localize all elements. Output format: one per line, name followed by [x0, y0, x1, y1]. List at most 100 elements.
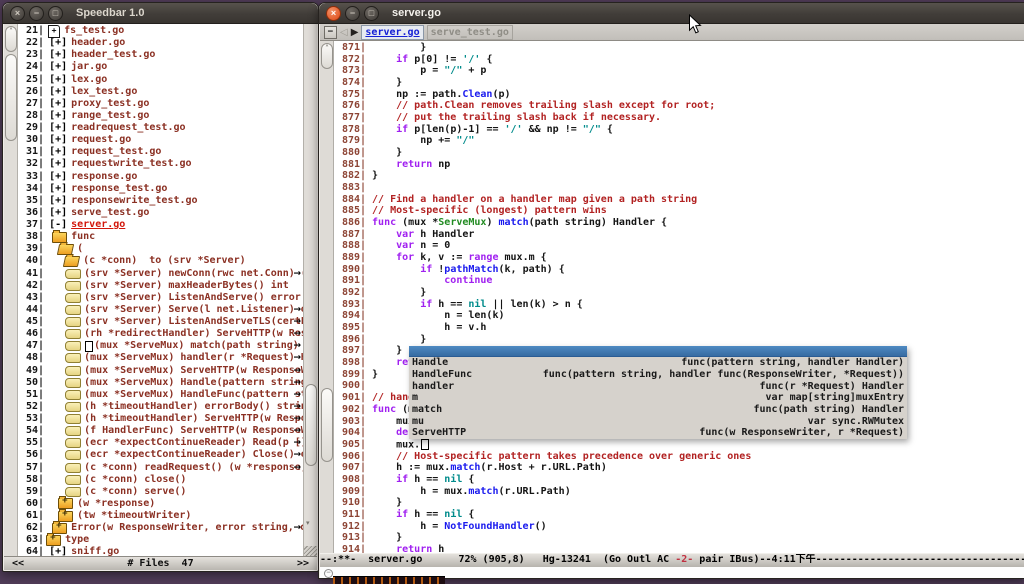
autocomplete-item[interactable]: mvar map[string]muxEntry — [409, 392, 907, 404]
speedbar-row[interactable]: 30|[+]request.go — [18, 134, 303, 146]
code-line-871[interactable]: 871| } — [334, 42, 1024, 54]
editor-scrollbar[interactable]: ˄ — [320, 41, 334, 553]
file-label[interactable]: header.go — [71, 37, 125, 49]
folder-plus-icon[interactable] — [58, 511, 73, 522]
tag-icon[interactable] — [65, 317, 81, 327]
autocomplete-item[interactable]: handlerfunc(r *Request) Handler — [409, 381, 907, 393]
plus-icon[interactable]: [+] — [49, 74, 67, 86]
tag-label[interactable]: (srv *Server) maxHeaderBytes() int — [84, 280, 289, 292]
plus-icon[interactable]: [+] — [49, 86, 67, 98]
file-label[interactable]: readrequest_test.go — [71, 122, 185, 134]
close-icon[interactable]: × — [10, 6, 25, 21]
speedbar-row[interactable]: 24|[+]jar.go — [18, 61, 303, 73]
plus-icon[interactable]: [+] — [49, 134, 67, 146]
code-line-886[interactable]: 886|func (mux *ServeMux) match(path stri… — [334, 217, 1024, 229]
tag-label[interactable]: (c *conn) to (srv *Server) — [83, 255, 246, 267]
code-line-895[interactable]: 895| h = v.h — [334, 322, 1024, 334]
plus-icon[interactable]: [+] — [49, 171, 67, 183]
speedbar-left-scrollbar[interactable]: ˄ — [4, 24, 18, 556]
plus-icon[interactable]: [+] — [49, 195, 67, 207]
tag-label[interactable]: (srv *Server) ListenAndServeTLS(certF — [84, 316, 303, 328]
code-line-880[interactable]: 880| } — [334, 147, 1024, 159]
speedbar-row[interactable]: 64|[+]sniff.go — [18, 546, 303, 556]
autocomplete-item[interactable]: Handlefunc(pattern string, handler Handl… — [409, 357, 907, 369]
code-line-905[interactable]: 905| mux. — [334, 439, 1024, 451]
tag-label[interactable]: (c *conn) close() — [84, 474, 186, 486]
code-line-896[interactable]: 896| } — [334, 334, 1024, 346]
plus-icon[interactable]: [+] — [49, 183, 67, 195]
editor-titlebar[interactable]: × − □ server.go — [319, 3, 1024, 24]
tag-label[interactable]: (mux *ServeMux) ServeHTTP(w ResponseW — [84, 365, 303, 377]
tag-icon[interactable] — [65, 414, 81, 424]
tag-icon[interactable] — [65, 329, 81, 339]
code-line-909[interactable]: 909| h = mux.match(r.URL.Path) — [334, 486, 1024, 498]
tag-label[interactable]: (srv *Server) ListenAndServe() error — [84, 292, 301, 304]
tag-icon[interactable] — [65, 366, 81, 376]
code-line-891[interactable]: 891| continue — [334, 275, 1024, 287]
close-icon[interactable]: × — [326, 6, 341, 21]
tag-icon[interactable] — [65, 353, 81, 363]
code-line-890[interactable]: 890| if !pathMatch(k, path) { — [334, 264, 1024, 276]
speedbar-row[interactable]: 25|[+]lex.go — [18, 74, 303, 86]
code-line-913[interactable]: 913| } — [334, 532, 1024, 544]
speedbar-row[interactable]: 41|(srv *Server) newConn(rwc net.Conn) (… — [18, 268, 303, 280]
speedbar-row[interactable]: 45|(srv *Server) ListenAndServeTLS(certF… — [18, 316, 303, 328]
tag-label[interactable]: ( — [77, 243, 83, 255]
scrollbar-thumb[interactable] — [305, 384, 317, 466]
code-line-910[interactable]: 910| } — [334, 497, 1024, 509]
tag-label[interactable]: (mux *ServeMux) match(path string) Ha — [94, 340, 303, 352]
tag-icon[interactable] — [65, 426, 81, 436]
speedbar-right-scrollbar[interactable]: ▾ — [303, 24, 317, 556]
speedbar-row[interactable]: 26|[+]lex_test.go — [18, 86, 303, 98]
autocomplete-item[interactable]: muvar sync.RWMutex — [409, 416, 907, 428]
file-label[interactable]: responsewrite_test.go — [71, 195, 197, 207]
scrollbar-up-stepper[interactable]: ˄ — [5, 26, 17, 52]
code-line-877[interactable]: 877| // put the trailing slash back if n… — [334, 112, 1024, 124]
code-line-912[interactable]: 912| h = NotFoundHandler() — [334, 521, 1024, 533]
speedbar-row[interactable]: 46|(rh *redirectHandler) ServeHTTP(w Res… — [18, 328, 303, 340]
code-line-908[interactable]: 908| if h == nil { — [334, 474, 1024, 486]
speedbar-row[interactable]: 56|(ecr *expectContinueReader) Close() e… — [18, 449, 303, 461]
page-icon[interactable]: + — [48, 25, 60, 38]
code-line-888[interactable]: 888| var n = 0 — [334, 240, 1024, 252]
code-line-885[interactable]: 885|// Most-specific (longest) pattern w… — [334, 205, 1024, 217]
tab-server-go[interactable]: server.go — [361, 25, 423, 40]
speedbar-row[interactable]: 36|[+]serve_test.go — [18, 207, 303, 219]
code-line-883[interactable]: 883| — [334, 182, 1024, 194]
tab-serve-test-go[interactable]: serve_test.go — [427, 25, 513, 40]
tag-label[interactable]: (mux *ServeMux) handler(r *Request) H — [84, 352, 303, 364]
tag-label[interactable]: (f HandlerFunc) ServeHTTP(w ResponseW — [84, 425, 303, 437]
tag-icon[interactable] — [65, 438, 81, 448]
plus-icon[interactable]: [+] — [49, 98, 67, 110]
code-line-881[interactable]: 881| return np — [334, 159, 1024, 171]
speedbar-row[interactable]: 50|(mux *ServeMux) Handle(pattern string… — [18, 377, 303, 389]
plus-icon[interactable]: [+] — [49, 207, 67, 219]
tag-icon[interactable] — [65, 305, 81, 315]
scrollbar-thumb[interactable] — [321, 388, 333, 462]
autocomplete-item[interactable]: matchfunc(path string) Handler — [409, 404, 907, 416]
code-line-884[interactable]: 884|// Find a handler on a handler map g… — [334, 194, 1024, 206]
code-line-889[interactable]: 889| for k, v := range mux.m { — [334, 252, 1024, 264]
speedbar-row[interactable]: 55|(ecr *expectContinueReader) Read(p []… — [18, 437, 303, 449]
file-label[interactable]: lex_test.go — [71, 86, 137, 98]
tag-label[interactable]: (ecr *expectContinueReader) Close() e — [84, 449, 303, 461]
file-label[interactable]: sniff.go — [71, 546, 119, 556]
code-line-887[interactable]: 887| var h Handler — [334, 229, 1024, 241]
tag-label[interactable]: (h *timeoutHandler) ServeHTTP(w Respo — [84, 413, 303, 425]
file-label[interactable]: request_test.go — [71, 146, 161, 158]
autocomplete-item[interactable]: HandleFuncfunc(pattern string, handler f… — [409, 369, 907, 381]
speedbar-row[interactable]: 62|Error(w ResponseWriter, error string,… — [18, 522, 303, 534]
autocomplete-selection-bar[interactable] — [409, 346, 907, 358]
speedbar-row[interactable]: 58|(c *conn) close() — [18, 474, 303, 486]
speedbar-row[interactable]: 39|( — [18, 243, 303, 255]
speedbar-row[interactable]: 49|(mux *ServeMux) ServeHTTP(w ResponseW… — [18, 365, 303, 377]
code-line-882[interactable]: 882|} — [334, 170, 1024, 182]
tag-icon[interactable] — [65, 475, 81, 485]
tag-label[interactable]: (mux *ServeMux) Handle(pattern string — [84, 377, 303, 389]
tag-icon[interactable] — [65, 450, 81, 460]
plus-icon[interactable]: [+] — [49, 146, 67, 158]
tag-label[interactable]: type — [65, 534, 89, 546]
minimize-icon[interactable]: − — [345, 6, 360, 21]
speedbar-row[interactable]: 21|+fs_test.go — [18, 25, 303, 37]
tag-label[interactable]: (srv *Server) newConn(rwc net.Conn) ( — [84, 268, 303, 280]
